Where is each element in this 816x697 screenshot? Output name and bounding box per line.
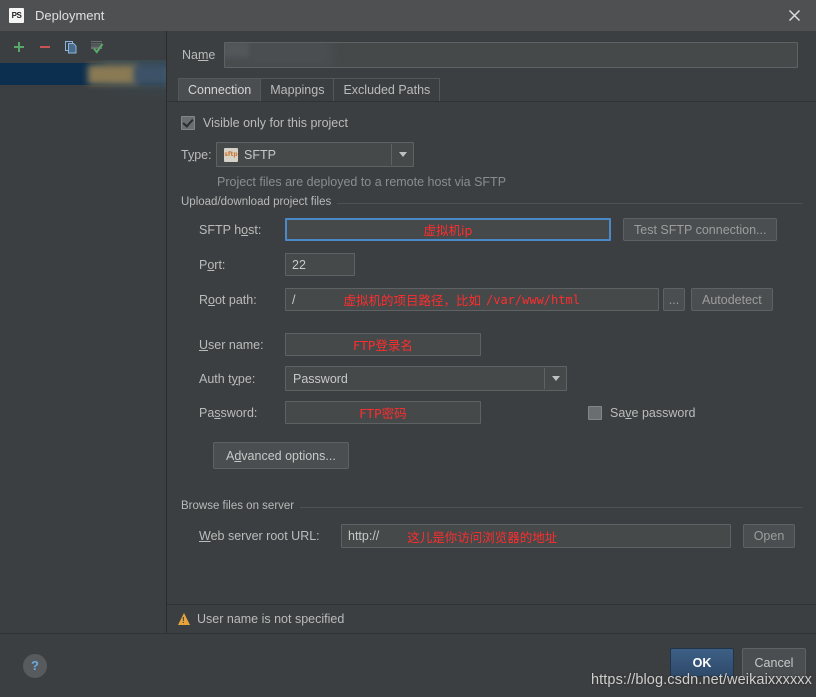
visible-only-checkbox[interactable] [181, 116, 195, 130]
connection-panel: Visible only for this project Type: SFTP [167, 116, 816, 548]
tab-connection[interactable]: Connection [178, 78, 262, 101]
type-selected-value-wrap: SFTP [217, 147, 391, 162]
deployment-dialog: PS Deployment Name Connection Mappings E… [0, 0, 816, 697]
deployment-servers-pane [0, 31, 167, 633]
name-input[interactable] [224, 42, 798, 68]
list-item[interactable] [0, 60, 166, 91]
sftp-file-icon [224, 147, 238, 162]
user-name-row: User name: FTP登录名 [181, 333, 802, 356]
remove-icon[interactable] [37, 40, 52, 55]
open-url-button[interactable]: Open [743, 524, 795, 548]
auth-type-select[interactable]: Password [285, 366, 567, 391]
password-label: Password: [199, 405, 258, 420]
visible-only-label: Visible only for this project [203, 116, 348, 130]
upload-group-title: Upload/download project files [181, 196, 338, 208]
title-bar: PS Deployment [0, 0, 816, 31]
csdn-watermark: https://blog.csdn.net/weikaixxxxxx [591, 672, 812, 688]
add-icon[interactable] [11, 40, 26, 55]
user-name-label: User name: [199, 337, 264, 352]
root-path-value: / [292, 292, 296, 307]
name-label: Name [182, 48, 216, 62]
type-label: Type: [181, 147, 212, 162]
tab-mappings[interactable]: Mappings [260, 78, 335, 101]
servers-list[interactable] [0, 60, 166, 633]
web-root-url-label: Web server root URL: [199, 529, 320, 543]
type-hint: Project files are deployed to a remote h… [217, 175, 507, 189]
sftp-host-annotation: 虚拟机ip [423, 223, 473, 238]
browse-root-path-button[interactable]: ... [663, 288, 685, 311]
redacted-blur [134, 65, 166, 84]
port-label: Port: [199, 257, 226, 272]
sftp-host-label: SFTP host: [199, 222, 262, 237]
name-row: Name [182, 42, 798, 68]
save-password-row[interactable]: Save password [588, 405, 696, 420]
save-password-label: Save password [610, 405, 696, 420]
root-path-row: Root path: / 虚拟机的项目路径，比如 /var/www/html .… [181, 288, 802, 311]
validation-warning: User name is not specified [167, 605, 816, 633]
advanced-options-button[interactable]: Ad vanced options... [213, 442, 349, 469]
close-icon[interactable] [772, 0, 816, 31]
port-value: 22 [292, 257, 306, 272]
port-row: Port: 22 [181, 253, 802, 276]
browse-group-title: Browse files on server [181, 500, 301, 512]
warning-message: User name is not specified [197, 612, 345, 626]
auth-type-row: Auth type: Password [181, 366, 802, 391]
redacted-blur [225, 43, 250, 57]
web-root-url-annotation: 这儿是你访问浏览器的地址 [407, 529, 558, 545]
auth-type-selected-value: Password [293, 371, 348, 386]
test-sftp-connection-button[interactable]: Test SFTP connection... [623, 218, 778, 241]
type-selected-value: SFTP [244, 147, 276, 162]
redacted-blur [88, 65, 138, 84]
chevron-down-icon[interactable] [544, 368, 566, 389]
settings-content: Name Connection Mappings Excluded Paths [167, 31, 816, 604]
root-path-annotation: 虚拟机的项目路径，比如 [343, 293, 481, 308]
tab-separator [167, 101, 816, 102]
sftp-host-input[interactable]: 虚拟机ip [285, 218, 611, 241]
copy-icon[interactable] [63, 40, 78, 55]
web-root-url-row: Web server root URL: http:// 这儿是你访问浏览器的地… [181, 524, 802, 548]
type-select[interactable]: SFTP [216, 142, 414, 167]
auth-type-label: Auth type: [199, 371, 256, 386]
browse-group: Browse files on server Web server root U… [181, 500, 802, 548]
window-title: Deployment [35, 8, 105, 23]
sftp-host-row: SFTP host: 虚拟机ip Test SFTP connection... [181, 218, 802, 241]
root-path-label: Root path: [199, 292, 257, 307]
save-password-checkbox[interactable] [588, 405, 602, 420]
phpstorm-app-icon: PS [9, 8, 24, 23]
password-annotation: FTP密码 [359, 406, 407, 421]
password-input[interactable]: FTP密码 [285, 401, 481, 424]
tab-excluded-paths[interactable]: Excluded Paths [333, 78, 441, 101]
port-input[interactable]: 22 [285, 253, 355, 276]
root-path-input[interactable]: / 虚拟机的项目路径，比如 /var/www/html [285, 288, 659, 311]
servers-toolbar [0, 31, 166, 60]
auth-type-selected-value-wrap: Password [286, 372, 544, 386]
autodetect-button[interactable]: Autodetect [691, 288, 773, 311]
upload-group: Upload/download project files SFTP host:… [181, 196, 802, 469]
password-row: Password: FTP密码 Save password [181, 401, 802, 424]
user-name-input[interactable]: FTP登录名 [285, 333, 481, 356]
web-root-url-value: http:// [348, 529, 380, 543]
user-name-annotation: FTP登录名 [353, 338, 413, 353]
type-row: Type: SFTP [181, 142, 816, 167]
server-settings-pane: Name Connection Mappings Excluded Paths [167, 31, 816, 633]
visible-only-row[interactable]: Visible only for this project [181, 116, 816, 130]
warning-triangle-icon [178, 613, 190, 625]
set-default-icon[interactable] [89, 40, 104, 55]
settings-tabs: Connection Mappings Excluded Paths [178, 78, 816, 101]
web-root-url-input[interactable]: http:// 这儿是你访问浏览器的地址 [341, 524, 731, 548]
help-button[interactable]: ? [23, 653, 47, 678]
chevron-down-icon[interactable] [391, 144, 413, 165]
dialog-body: Name Connection Mappings Excluded Paths [0, 31, 816, 633]
root-path-annotation-example: /var/www/html [486, 292, 580, 307]
